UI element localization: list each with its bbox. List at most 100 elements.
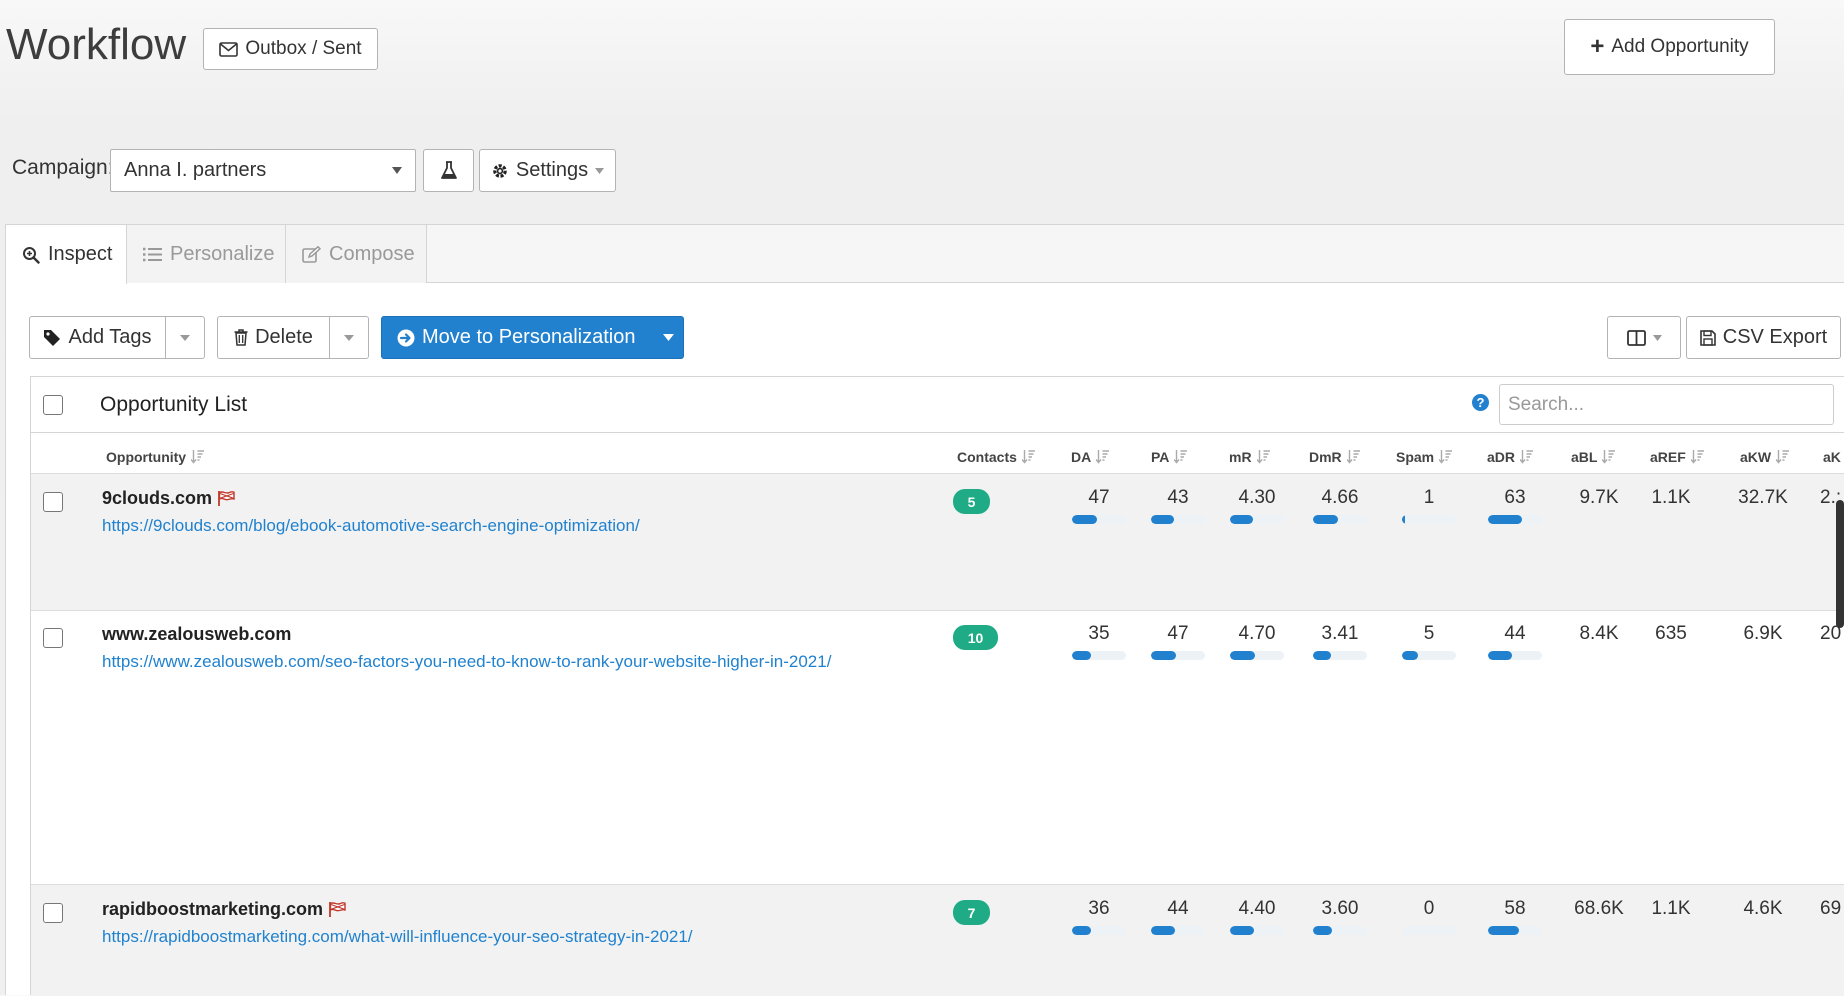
delete-button[interactable]: Delete [217,316,330,359]
sort-icon [1021,450,1035,464]
columns-icon [1626,329,1646,346]
contacts-badge[interactable]: 5 [953,489,990,514]
help-icon[interactable]: ? [1472,394,1489,411]
column-header-label: aKW [1740,449,1772,465]
column-header-contacts[interactable]: Contacts [957,445,1035,469]
spam-bar-fill [1402,515,1405,524]
da-bar [1072,515,1126,524]
column-header-aref[interactable]: aREF [1650,445,1704,469]
dmr-bar-fill [1313,515,1339,524]
delete-label: Delete [255,326,313,348]
adr-bar-fill [1488,926,1520,935]
column-header-ak[interactable]: aK [1823,445,1841,469]
edit-icon [302,245,321,263]
scrollbar-thumb[interactable] [1836,500,1844,628]
campaign-select[interactable]: Anna I. partners [110,149,416,192]
flask-button[interactable] [423,149,474,192]
tab-compose-label: Compose [329,242,415,265]
opportunity-domain: 9clouds.com [102,488,235,509]
add-tags-label: Add Tags [68,326,152,348]
domain-text: 9clouds.com [102,488,213,508]
tag-icon [43,329,61,347]
column-header-label: PA [1151,449,1170,465]
mr-bar-fill [1230,651,1256,660]
spam-value: 0 [1423,898,1435,919]
delete-split-button: Delete [217,316,369,359]
mr-value: 4.40 [1238,898,1276,919]
campaign-label: Campaign: [12,156,114,179]
pa-bar-fill [1151,926,1175,935]
sort-icon [1776,450,1790,464]
column-header-da[interactable]: DA [1071,445,1110,469]
add-opportunity-button[interactable]: + Add Opportunity [1564,19,1775,75]
spam-value: 1 [1423,487,1435,508]
opportunity-url[interactable]: https://www.zealousweb.com/seo-factors-y… [102,652,831,672]
outbox-sent-button[interactable]: Outbox / Sent [203,28,378,70]
column-header-adr[interactable]: aDR [1487,445,1534,469]
table-row[interactable]: 9clouds.com https://9clouds.com/blog/ebo… [31,473,1844,610]
adr-value: 58 [1504,898,1526,919]
pa-bar-fill [1151,515,1175,524]
trash-icon [234,329,248,346]
tab-inspect[interactable]: Inspect [6,225,127,284]
pa-value: 43 [1167,487,1189,508]
da-value: 36 [1088,898,1110,919]
adr-bar-fill [1488,515,1523,524]
dmr-value: 3.60 [1321,898,1359,919]
pa-bar [1151,926,1205,935]
mr-bar-fill [1230,515,1254,524]
caret-down-icon [595,167,605,174]
search-input[interactable] [1499,384,1834,425]
opportunity-list: Opportunity List ? Opportunity Contacts … [30,376,1844,996]
sort-icon [191,450,205,464]
da-value: 35 [1088,623,1110,644]
table-row[interactable]: rapidboostmarketing.com https://rapidboo… [31,884,1844,996]
table-row[interactable]: www.zealousweb.com https://www.zealouswe… [31,610,1844,884]
column-header-dmr[interactable]: DmR [1309,445,1360,469]
column-header-abl[interactable]: aBL [1571,445,1616,469]
contacts-badge[interactable]: 10 [953,625,998,650]
caret-down-icon [1652,334,1662,341]
adr-value: 44 [1504,623,1526,644]
column-header-opportunity[interactable]: Opportunity [106,445,205,469]
sort-icon [1439,450,1453,464]
dmr-bar-fill [1313,926,1333,935]
mr-bar [1230,651,1284,660]
spam-bar [1402,651,1456,660]
column-header-pa[interactable]: PA [1151,445,1188,469]
select-all-checkbox[interactable] [43,395,63,415]
delete-dropdown-toggle[interactable] [330,316,369,359]
search-plus-icon [22,246,40,264]
csv-export-button[interactable]: CSV Export [1686,316,1841,359]
settings-label: Settings [515,159,589,181]
tab-compose[interactable]: Compose [286,225,427,283]
opportunity-list-title: Opportunity List [100,393,248,416]
tab-personalize-label: Personalize [170,242,275,265]
move-to-personalization-button[interactable]: Move to Personalization [381,316,653,359]
opportunity-url[interactable]: https://9clouds.com/blog/ebook-automotiv… [102,516,640,536]
column-header-label: Contacts [957,449,1017,465]
sort-icon [1096,450,1110,464]
contacts-badge[interactable]: 7 [953,900,990,925]
list-icon [143,247,162,262]
row-checkbox[interactable] [43,492,63,512]
add-tags-dropdown-toggle[interactable] [166,316,205,359]
column-header-spam[interactable]: Spam [1396,445,1453,469]
dmr-value: 3.41 [1321,623,1359,644]
row-checkbox[interactable] [43,903,63,923]
opportunity-list-header: Opportunity List ? [31,377,1844,433]
column-header-mr[interactable]: mR [1229,445,1270,469]
move-dropdown-toggle[interactable] [653,316,684,359]
column-header-akw[interactable]: aKW [1740,445,1790,469]
column-header-label: mR [1229,449,1252,465]
opportunity-url[interactable]: https://rapidboostmarketing.com/what-wil… [102,927,693,947]
sort-icon [1174,450,1188,464]
plus-icon: + [1590,33,1605,60]
add-tags-button[interactable]: Add Tags [29,316,166,359]
settings-button[interactable]: Settings [479,149,616,192]
domain-text: www.zealousweb.com [102,624,292,644]
tab-personalize[interactable]: Personalize [127,225,286,283]
row-checkbox[interactable] [43,628,63,648]
columns-toggle-button[interactable] [1607,316,1681,359]
aref-value: 635 [1655,623,1687,644]
